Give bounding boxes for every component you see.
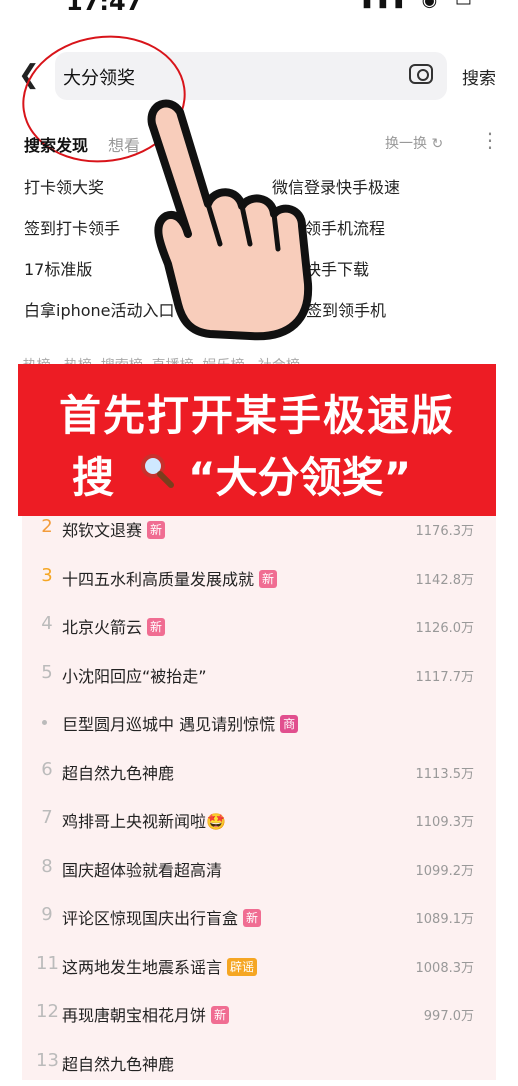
refresh-icon: ↻ <box>431 136 444 152</box>
status-icons: ▮▮▮ ◉ ▭ <box>362 0 478 11</box>
rank-number: 3 <box>41 564 53 586</box>
suggestion-item[interactable]: 签到打卡领手 <box>24 215 120 239</box>
hot-item-text: 巨型圆月巡城中 遇见请别惊慌 <box>62 715 276 734</box>
hot-item-text: 评论区惊现国庆出行盲盒 <box>62 909 239 928</box>
hot-item-text: 超自然九色神鹿 <box>62 763 175 783</box>
heat-value: 1099.2万 <box>415 863 475 879</box>
hot-item-title: 国庆超体验就看超高清 <box>62 857 222 881</box>
hot-item-title: 超自然九色神鹿 <box>62 1051 174 1075</box>
heat-value: 1176.3万 <box>415 524 475 539</box>
hot-list-item[interactable]: 8 国庆超体验就看超高清 1099.2万 <box>22 844 496 892</box>
hot-item-title: 十四五水利高质量发展成就新 <box>62 566 278 590</box>
discover-title[interactable]: 搜索发现 <box>24 132 88 156</box>
hot-item-text: 鸡排哥上央视新闻啦🤩 <box>62 812 226 831</box>
hot-item-text: 十四五水利高质量发展成就 <box>62 569 255 589</box>
rank-number: 8 <box>41 855 53 877</box>
hot-item-text: 国庆超体验就看超高清 <box>62 860 223 880</box>
hot-item-title: 郑钦文退赛新 <box>62 517 166 541</box>
hot-item-title: 这两地发生地震系谣言 辟谣 <box>62 954 258 978</box>
hot-list-item[interactable]: 7 鸡排哥上央视新闻啦🤩 1109.3万 <box>22 795 496 843</box>
heat-value: 1142.8万 <box>415 572 475 588</box>
banner-line-2-prefix: 搜 <box>72 453 115 502</box>
hot-list-item[interactable]: 13 超自然九色神鹿 <box>22 1038 496 1086</box>
rank-number: 2 <box>41 516 53 537</box>
hot-list-item[interactable]: 9 评论区惊现国庆出行盲盒新 1089.1万 <box>22 892 496 940</box>
heat-value: 1113.5万 <box>415 766 475 782</box>
rank-number: 12 <box>36 1001 59 1022</box>
rank-number: 6 <box>41 758 53 780</box>
tag-badge: 商 <box>280 715 299 733</box>
hot-item-title: 小沈阳回应“被抬走” <box>62 663 207 687</box>
hot-list-item[interactable]: 12 再现唐朝宝相花月饼新 997.0万 <box>22 989 496 1037</box>
heat-value: 997.0万 <box>423 1009 474 1024</box>
tag-badge: 新 <box>147 521 166 539</box>
ad-dot-icon <box>42 720 47 725</box>
hot-item-title: 巨型圆月巡城中 遇见请别惊慌商 <box>62 711 299 735</box>
suggestion-item[interactable]: 打卡领大奖 <box>24 174 104 198</box>
hot-list-item[interactable]: 4 北京火箭云新 1126.0万 <box>22 601 496 649</box>
tag-badge: 新 <box>243 909 262 927</box>
instruction-banner: 首先打开某手极速版 搜 “大分领奖” <box>18 364 496 516</box>
search-button[interactable]: 搜索 <box>462 64 496 89</box>
hot-list-item[interactable]: 5 小沈阳回应“被抬走” 1117.7万 <box>22 650 496 698</box>
refresh-button[interactable]: 换一换 ↻ <box>385 133 443 153</box>
hot-item-title: 超自然九色神鹿 <box>62 760 174 784</box>
hot-list-item[interactable]: 3 十四五水利高质量发展成就新 1142.8万 <box>22 553 496 601</box>
banner-line-1: 首先打开某手极速版 <box>58 391 455 440</box>
hot-item-text: 小沈阳回应“被抬走” <box>62 666 207 686</box>
hot-item-text: 北京火箭云 <box>62 618 143 637</box>
hot-item-text: 郑钦文退赛 <box>62 521 143 540</box>
suggestion-item[interactable]: 17标准版 <box>24 256 92 280</box>
hot-list-item[interactable]: 巨型圆月巡城中 遇见请别惊慌商 <box>22 698 496 746</box>
heat-value: 1117.7万 <box>415 669 475 685</box>
heat-value: 1109.3万 <box>415 815 475 830</box>
hot-item-title: 北京火箭云新 <box>62 614 166 638</box>
hot-item-text: 再现唐朝宝相花月饼 <box>62 1006 207 1025</box>
refresh-label: 换一换 <box>385 136 427 152</box>
tag-badge: 新 <box>259 569 278 588</box>
tag-badge: 新 <box>147 618 166 636</box>
tag-badge: 辟谣 <box>227 957 258 976</box>
hot-item-title: 评论区惊现国庆出行盲盒新 <box>62 905 262 929</box>
rank-number: 9 <box>41 904 53 925</box>
tag-badge: 新 <box>211 1006 230 1024</box>
heat-value: 1008.3万 <box>415 960 475 976</box>
more-icon[interactable]: ⋮ <box>480 128 500 152</box>
hot-item-title: 鸡排哥上央视新闻啦🤩 <box>62 808 226 832</box>
hot-item-text: 超自然九色神鹿 <box>62 1054 175 1074</box>
rank-number: 13 <box>36 1049 59 1071</box>
rank-number: 11 <box>36 952 59 974</box>
banner-line-2-keyword: “大分领奖” <box>188 453 412 502</box>
rank-number: 7 <box>41 807 53 828</box>
status-time: 17:47 <box>66 0 143 16</box>
rank-number: 4 <box>41 613 53 634</box>
pointing-hand-icon <box>147 99 313 341</box>
camera-icon[interactable] <box>409 64 433 84</box>
hot-item-text: 这两地发生地震系谣言 <box>62 957 223 977</box>
hot-list-item[interactable]: 6 超自然九色神鹿 1113.5万 <box>22 747 496 795</box>
magnifier-icon <box>141 454 174 488</box>
hot-list-item[interactable]: 11 这两地发生地震系谣言 辟谣 1008.3万 <box>22 941 496 989</box>
rank-number: 5 <box>41 661 53 683</box>
heat-value: 1126.0万 <box>415 621 475 636</box>
hot-item-title: 再现唐朝宝相花月饼新 <box>62 1002 230 1026</box>
heat-value: 1089.1万 <box>415 912 475 927</box>
